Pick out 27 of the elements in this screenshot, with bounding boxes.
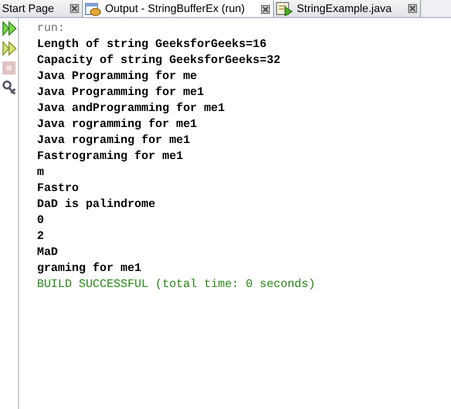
close-icon[interactable] xyxy=(70,4,79,13)
output-line: Java Programming for me1 xyxy=(37,85,205,101)
editor-tab[interactable]: StringExample.java xyxy=(274,0,421,17)
output-line: 2 xyxy=(37,229,45,245)
build-status: BUILD SUCCESSFUL (total time: 0 seconds) xyxy=(37,277,316,293)
output-line: Java rograming for me1 xyxy=(37,133,192,149)
run-label: run: xyxy=(37,21,66,37)
output-line: Java Programming for me xyxy=(37,69,198,85)
output-line: graming for me1 xyxy=(37,261,142,277)
rerun-icon[interactable] xyxy=(2,21,16,36)
output-window-icon xyxy=(84,2,101,16)
output-line: Length of string GeeksforGeeks=16 xyxy=(37,37,268,53)
close-icon[interactable] xyxy=(408,4,417,13)
output-line: Fastrograming for me1 xyxy=(37,149,184,165)
output-line: MaD xyxy=(37,245,59,261)
output-line: m xyxy=(37,165,45,181)
output-line: Java rogramming for me1 xyxy=(37,117,198,133)
close-icon[interactable] xyxy=(260,4,270,14)
editor-tab[interactable]: Start Page xyxy=(0,0,83,17)
editor-tab[interactable]: Output - StringBufferEx (run) xyxy=(82,0,274,17)
double-arrow-icon[interactable] xyxy=(2,41,16,56)
output-line: Capacity of string GeeksforGeeks=32 xyxy=(37,53,282,69)
java-file-icon xyxy=(276,2,293,16)
output-line: DaD is palindrome xyxy=(37,197,156,213)
output-line: Java andProgramming for me1 xyxy=(37,101,226,117)
output-line: 0 xyxy=(37,213,45,229)
output-line: Fastro xyxy=(37,181,80,197)
